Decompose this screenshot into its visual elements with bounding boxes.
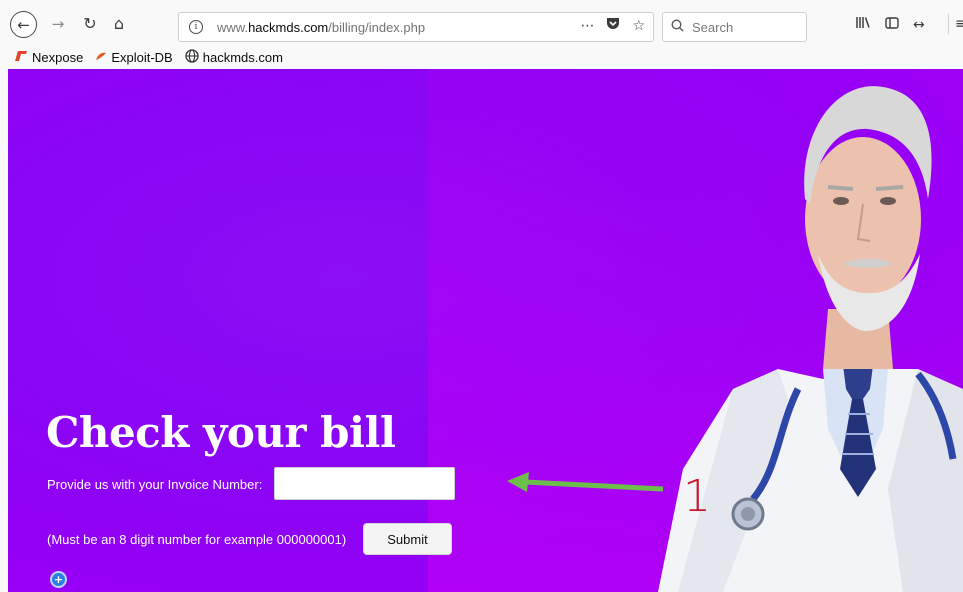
- nexpose-icon: [14, 50, 28, 65]
- library-icon[interactable]: [855, 16, 871, 33]
- search-icon: [671, 18, 684, 36]
- invoice-label: Provide us with your Invoice Number:: [47, 477, 263, 492]
- bookmark-label: Nexpose: [32, 50, 84, 65]
- reload-button[interactable]: ↻: [80, 13, 100, 33]
- back-button[interactable]: ←: [10, 11, 37, 38]
- search-placeholder: Search: [692, 19, 734, 35]
- forward-button[interactable]: →: [48, 14, 68, 34]
- forward-arrow-icon: →: [51, 15, 65, 33]
- url-prefix: www.: [217, 19, 249, 35]
- hamburger-menu-icon[interactable]: ≡: [955, 16, 963, 32]
- toolbar-separator: [948, 14, 949, 34]
- url-domain: hackmds.com: [248, 19, 329, 35]
- bookmark-nexpose[interactable]: Nexpose: [14, 50, 83, 65]
- info-icon[interactable]: i: [189, 20, 203, 34]
- url-actions: ⋯ ☆: [580, 17, 645, 34]
- bookmark-hackmds[interactable]: hackmds.com: [185, 49, 283, 66]
- invoice-hint: (Must be an 8 digit number for example 0…: [47, 532, 347, 547]
- sidebar-icon[interactable]: [885, 16, 899, 33]
- pocket-icon[interactable]: [606, 17, 620, 34]
- back-arrow-icon: ←: [17, 15, 30, 34]
- page-title: Check your bill: [46, 408, 396, 457]
- url-text[interactable]: www.hackmds.com/billing/index.php: [217, 20, 425, 35]
- page-viewport: Check your bill Provide us with your Inv…: [8, 69, 963, 592]
- bookmark-exploit-db[interactable]: Exploit-DB: [95, 50, 173, 65]
- globe-icon: [185, 49, 199, 66]
- page-actions-icon[interactable]: ⋯: [580, 18, 594, 34]
- bookmark-star-icon[interactable]: ☆: [632, 18, 645, 34]
- search-bar[interactable]: Search: [662, 12, 807, 42]
- reload-icon: ↻: [83, 13, 97, 33]
- bookmark-label: hackmds.com: [202, 50, 283, 65]
- home-icon: ⌂: [113, 13, 125, 33]
- overflow-arrows-icon[interactable]: ↔: [913, 17, 925, 33]
- bookmark-label: Exploit-DB: [111, 50, 173, 65]
- plus-badge-icon[interactable]: +: [50, 571, 67, 588]
- invoice-number-input[interactable]: [274, 467, 455, 500]
- annotation-arrow-icon: [507, 472, 664, 492]
- exploit-db-icon: [95, 51, 107, 64]
- url-path: /billing/index.php: [328, 19, 426, 35]
- toolbar-right-icons: ↔: [855, 16, 925, 33]
- submit-button[interactable]: Submit: [363, 523, 452, 555]
- home-button[interactable]: ⌂: [108, 13, 130, 33]
- browser-toolbar: ← → ↻ ⌂ i www.hackmds.com/billing/index.…: [0, 0, 963, 46]
- url-bar[interactable]: i www.hackmds.com/billing/index.php ⋯ ☆: [178, 12, 654, 42]
- annotation-number: 1: [683, 471, 711, 522]
- bookmarks-toolbar: Nexpose Exploit-DB hackmds.com: [0, 46, 963, 69]
